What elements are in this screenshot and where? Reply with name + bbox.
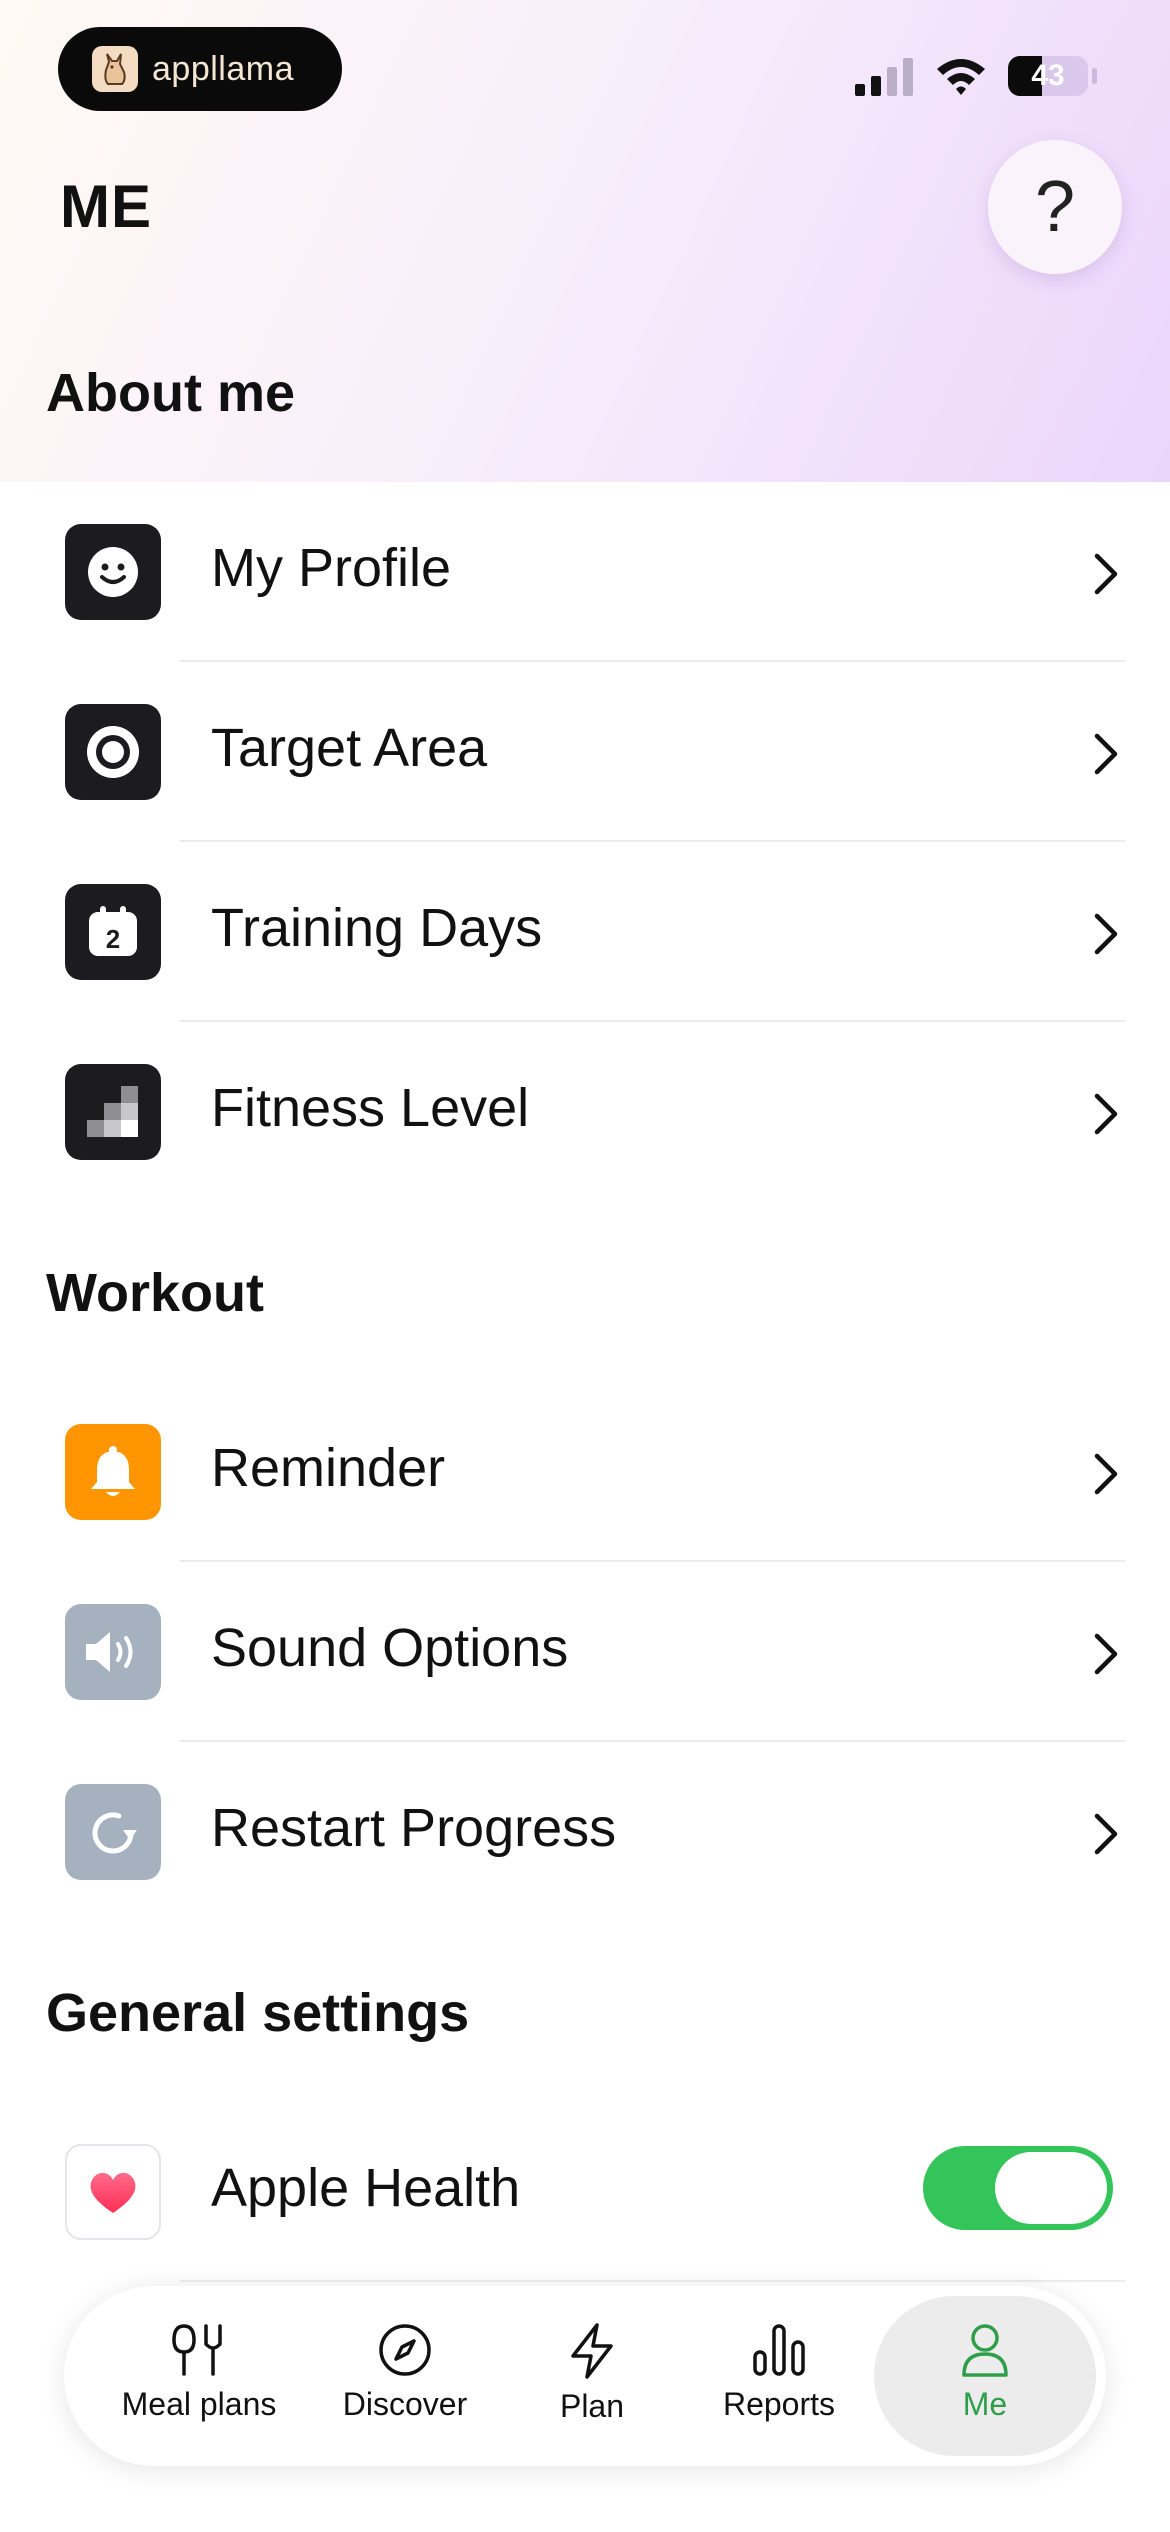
row-divider: [180, 2280, 1125, 2282]
bar-chart-icon: [753, 2324, 805, 2376]
tab-me[interactable]: Me: [874, 2286, 1096, 2466]
calendar-day-number: 2: [106, 924, 120, 954]
bell-icon: [65, 1424, 161, 1520]
app-pill[interactable]: appllama: [58, 27, 342, 111]
row-restart-progress[interactable]: Restart Progress: [0, 1742, 1170, 1922]
bottom-tab-bar: Meal plans Discover Plan Reports Me: [64, 2286, 1106, 2466]
row-label: Fitness Level: [211, 1078, 530, 1138]
tab-label: Me: [962, 2386, 1008, 2422]
row-sound-options[interactable]: Sound Options: [0, 1562, 1170, 1742]
llama-logo-icon: [92, 46, 138, 92]
battery-indicator: 43: [1008, 56, 1088, 96]
chevron-right-icon: [1094, 1633, 1118, 1675]
target-icon: [65, 704, 161, 800]
section-title-about-me: About me: [46, 363, 295, 423]
smiley-face-icon: [65, 524, 161, 620]
tab-discover[interactable]: Discover: [310, 2286, 500, 2466]
restart-icon: [65, 1784, 161, 1880]
apple-health-toggle[interactable]: [923, 2146, 1113, 2230]
row-label: Sound Options: [211, 1618, 569, 1678]
row-target-area[interactable]: Target Area: [0, 662, 1170, 842]
chevron-right-icon: [1094, 1453, 1118, 1495]
row-reminder[interactable]: Reminder: [0, 1382, 1170, 1562]
tab-label: Discover: [342, 2386, 468, 2422]
speaker-icon: [65, 1604, 161, 1700]
lightning-icon: [571, 2323, 613, 2379]
person-icon: [962, 2324, 1008, 2377]
row-fitness-level[interactable]: Fitness Level: [0, 1022, 1170, 1202]
help-button[interactable]: ?: [988, 140, 1122, 274]
chevron-right-icon: [1094, 1093, 1118, 1135]
battery-percent: 43: [1031, 59, 1065, 92]
row-label: Training Days: [211, 898, 543, 958]
row-label: Apple Health: [211, 2158, 521, 2218]
row-my-profile[interactable]: My Profile: [0, 482, 1170, 662]
section-title-general-settings: General settings: [46, 1983, 470, 2043]
chevron-right-icon: [1094, 913, 1118, 955]
cellular-signal-icon: [855, 58, 913, 96]
section-title-workout: Workout: [46, 1263, 264, 1323]
chevron-right-icon: [1094, 553, 1118, 595]
wifi-icon: [937, 59, 985, 95]
tab-label: Plan: [559, 2388, 625, 2424]
tab-reports[interactable]: Reports: [684, 2286, 874, 2466]
row-label: Restart Progress: [211, 1798, 617, 1858]
row-label: Reminder: [211, 1438, 446, 1498]
compass-icon: [379, 2324, 431, 2376]
row-label: My Profile: [211, 538, 452, 598]
row-label: Target Area: [211, 718, 488, 778]
battery-nub: [1092, 68, 1097, 84]
status-bar: appllama 43: [0, 0, 1170, 130]
row-training-days[interactable]: 2 Training Days: [0, 842, 1170, 1022]
heart-icon: [65, 2144, 161, 2240]
tab-label: Reports: [722, 2386, 836, 2422]
page-title: ME: [60, 173, 152, 240]
chevron-right-icon: [1094, 1813, 1118, 1855]
meal-plans-icon: [172, 2324, 222, 2376]
calendar-icon: 2: [65, 884, 161, 980]
stairs-level-icon: [65, 1064, 161, 1160]
chevron-right-icon: [1094, 733, 1118, 775]
tab-label: Meal plans: [121, 2386, 277, 2422]
tab-plan[interactable]: Plan: [512, 2286, 672, 2466]
question-mark-icon: ?: [1034, 167, 1076, 247]
toggle-knob: [995, 2152, 1107, 2224]
tab-meal-plans[interactable]: Meal plans: [104, 2286, 294, 2466]
app-pill-label: appllama: [152, 49, 294, 88]
